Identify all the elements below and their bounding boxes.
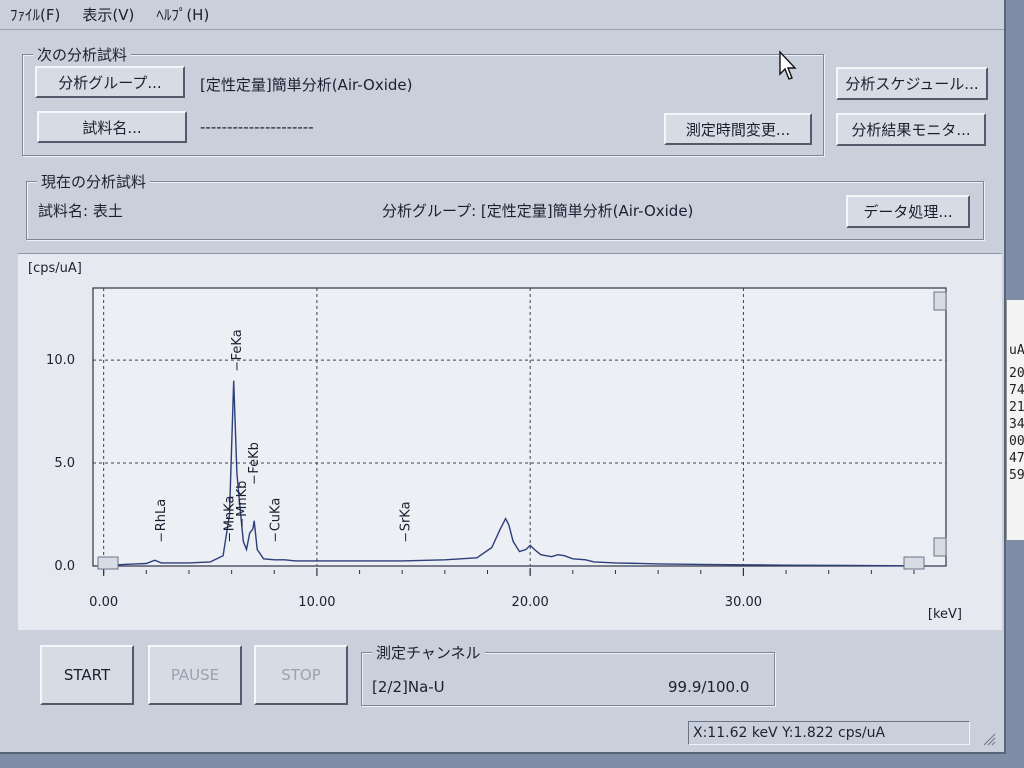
cursor-readout-text: X:11.62 keV Y:1.822 cps/uA	[693, 725, 886, 741]
x-axis-label: [keV]	[928, 607, 962, 622]
edge-text-line: 74	[1009, 383, 1024, 398]
edge-text-line: 21	[1009, 400, 1024, 415]
pause-button[interactable]: PAUSE	[148, 645, 242, 705]
background-window-edge: uA 20 74 21 34 00 47 59	[1006, 300, 1024, 540]
next-sample-title: 次の分析試料	[33, 44, 132, 65]
resize-grip-icon[interactable]	[982, 732, 996, 746]
peak-label-feka: FeKa	[230, 329, 245, 360]
sample-name-button[interactable]: 試料名...	[37, 111, 187, 143]
analysis-group-value: [定性定量]簡単分析(Air-Oxide)	[200, 76, 413, 94]
scroll-up-button[interactable]	[933, 291, 947, 311]
edge-text-line: 34	[1009, 417, 1024, 432]
y-tick-label: 5.0	[54, 456, 75, 471]
menu-view[interactable]: 表示(V)	[82, 4, 134, 25]
menu-file[interactable]: ﾌｧｲﾙ(F)	[10, 4, 60, 25]
plot-frame	[92, 287, 947, 567]
y-tick-label: 0.0	[54, 559, 75, 574]
measurement-channel-title: 測定チャンネル	[372, 642, 485, 663]
mouse-pointer-icon	[779, 50, 797, 80]
y-axis-label: [cps/uA]	[28, 261, 82, 276]
spectrum-chart-area: 0.00 10.00 20.00 30.00 0.0 5.0 10.0 [cps/uA] [ke…	[18, 253, 1002, 631]
analysis-group-button[interactable]: 分析グループ...	[35, 66, 185, 98]
result-monitor-button[interactable]: 分析結果モニタ...	[836, 113, 986, 146]
x-tick-label: 30.00	[725, 595, 762, 610]
data-processing-button[interactable]: データ処理...	[846, 195, 970, 228]
main-window: ﾌｧｲﾙ(F) 表示(V) ﾍﾙﾌﾟ(H) 次の分析試料 分析グループ... […	[0, 0, 1006, 754]
edge-text-line: 20	[1009, 366, 1024, 381]
cursor-readout: X:11.62 keV Y:1.822 cps/uA	[688, 721, 970, 745]
sample-name-value: ---------------------	[200, 118, 314, 136]
scroll-right-button[interactable]	[903, 556, 925, 570]
scroll-left-button[interactable]	[97, 556, 119, 570]
edge-text-line: 47	[1009, 451, 1024, 466]
spectrum-chart[interactable]: 0.00 10.00 20.00 30.00 0.0 5.0 10.0 [cps/uA] [ke…	[18, 254, 1002, 630]
peak-label-cuka: CuKa	[268, 498, 283, 532]
current-sample-name: 試料名: 表土	[38, 202, 123, 220]
menu-bar: ﾌｧｲﾙ(F) 表示(V) ﾍﾙﾌﾟ(H)	[0, 0, 1004, 30]
x-tick-label: 10.00	[298, 595, 335, 610]
channel-name: [2/2]Na-U	[372, 678, 445, 696]
peak-label-rhla: RhLa	[154, 499, 169, 531]
current-analysis-group: 分析グループ: [定性定量]簡単分析(Air-Oxide)	[382, 202, 694, 220]
start-button[interactable]: START	[40, 645, 134, 705]
peak-label-mnkb: MnKb	[235, 481, 250, 517]
edge-text-line: 59	[1009, 468, 1024, 483]
x-tick-label: 20.00	[512, 595, 549, 610]
peak-label-fekb: FeKb	[247, 442, 262, 474]
x-tick-label: 0.00	[89, 595, 118, 610]
current-sample-title: 現在の分析試料	[37, 171, 151, 192]
change-time-button[interactable]: 測定時間変更...	[664, 113, 812, 145]
edge-text-line: 00	[1009, 434, 1024, 449]
y-tick-label: 10.0	[46, 353, 75, 368]
peak-label-srka: SrKa	[399, 501, 414, 531]
analysis-schedule-button[interactable]: 分析スケジュール...	[836, 67, 988, 100]
scroll-down-button[interactable]	[933, 537, 947, 557]
control-bar: START PAUSE STOP 測定チャンネル [2/2]Na-U 99.9/…	[0, 630, 1004, 752]
menu-help[interactable]: ﾍﾙﾌﾟ(H)	[156, 4, 209, 25]
stop-button[interactable]: STOP	[254, 645, 348, 705]
channel-progress: 99.9/100.0	[668, 678, 750, 696]
edge-text-line: uA	[1009, 343, 1024, 358]
